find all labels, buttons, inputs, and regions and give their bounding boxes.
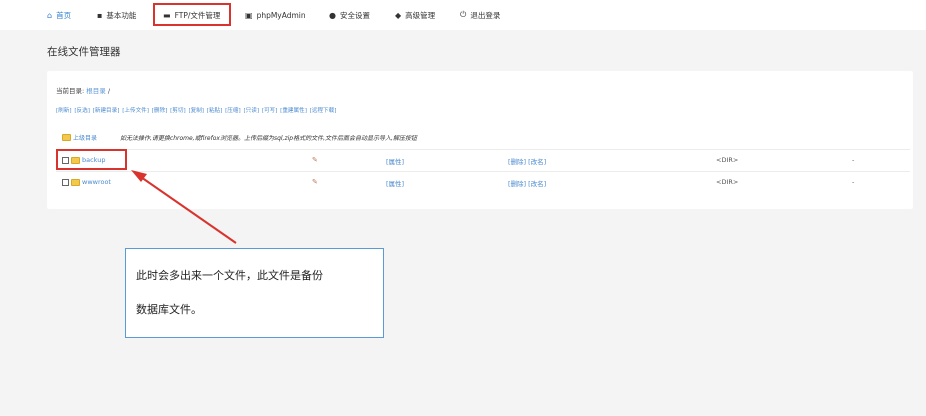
callout-line-1: 此时会多出来一个文件，此文件是备份 [136, 269, 323, 282]
callout-line-2: 数据库文件。 [136, 303, 202, 316]
annotation-callout: 此时会多出来一个文件，此文件是备份 数据库文件。 [125, 248, 384, 338]
annotation-arrow [131, 170, 237, 244]
